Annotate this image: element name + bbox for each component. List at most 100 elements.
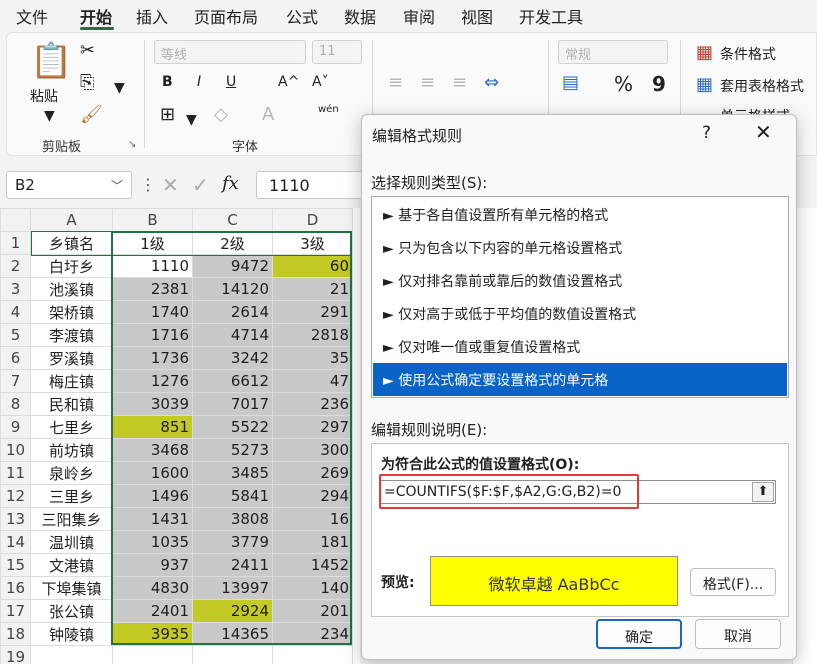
value-cell[interactable]: 16 [272, 507, 353, 531]
chevron-down-icon[interactable]: ﹀ [111, 177, 123, 194]
rule-type-item[interactable]: ► 仅对高于或低于平均值的数值设置格式 [373, 297, 787, 330]
copy-dropdown-icon[interactable]: ▼ [114, 80, 125, 96]
phonetic-guide-button[interactable]: wén [318, 104, 339, 115]
value-cell[interactable]: 13997 [192, 576, 273, 600]
paste-icon[interactable]: 📋 [30, 44, 72, 78]
town-name-cell[interactable]: 池溪镇 [30, 277, 113, 301]
formula-input[interactable]: 1110 [256, 171, 366, 199]
menu-page-layout[interactable]: 页面布局 [194, 4, 258, 28]
town-name-cell[interactable]: 李渡镇 [30, 323, 113, 347]
value-cell[interactable]: 294 [272, 484, 353, 508]
value-cell[interactable]: 2614 [192, 300, 273, 324]
rule-type-item[interactable]: ► 仅对唯一值或重复值设置格式 [373, 330, 787, 363]
value-cell[interactable]: 14120 [192, 277, 273, 301]
value-cell[interactable]: 1110 [112, 254, 193, 278]
row-header[interactable]: 2 [0, 254, 31, 278]
value-cell[interactable]: 1431 [112, 507, 193, 531]
value-cell[interactable]: 2924 [192, 599, 273, 623]
value-cell[interactable]: 851 [112, 415, 193, 439]
close-icon[interactable]: ✕ [755, 120, 772, 144]
value-cell[interactable]: 291 [272, 300, 353, 324]
rule-type-item[interactable]: ► 基于各自值设置所有单元格的格式 [373, 198, 787, 231]
cancel-entry-icon[interactable]: ✕ [162, 173, 179, 197]
name-box[interactable]: B2 ﹀ [6, 171, 132, 199]
value-cell[interactable]: 3039 [112, 392, 193, 416]
town-name-cell[interactable]: 下埠集镇 [30, 576, 113, 600]
value-cell[interactable]: 7017 [192, 392, 273, 416]
value-cell[interactable]: 3468 [112, 438, 193, 462]
row-header[interactable]: 14 [0, 530, 31, 554]
shrink-font-button[interactable]: A˅ [312, 74, 329, 90]
row-header[interactable]: 7 [0, 369, 31, 393]
value-cell[interactable]: 4830 [112, 576, 193, 600]
fill-color-icon[interactable]: ◇ [214, 106, 228, 124]
cut-icon[interactable]: ✂ [80, 42, 95, 60]
borders-icon[interactable]: ⊞ [160, 106, 175, 124]
town-name-cell[interactable]: 梅庄镇 [30, 369, 113, 393]
town-name-cell[interactable]: 白圩乡 [30, 254, 113, 278]
value-cell[interactable]: 47 [272, 369, 353, 393]
value-cell[interactable]: 5273 [192, 438, 273, 462]
row-header[interactable]: 19 [0, 645, 31, 664]
row-header[interactable]: 15 [0, 553, 31, 577]
value-cell[interactable]: 234 [272, 622, 353, 646]
value-cell[interactable]: 3779 [192, 530, 273, 554]
row-header[interactable]: 1 [0, 231, 31, 255]
underline-button[interactable]: U [226, 74, 236, 90]
row-header[interactable]: 4 [0, 300, 31, 324]
value-cell[interactable]: 1740 [112, 300, 193, 324]
column-header-c[interactable]: C [192, 208, 273, 232]
italic-button[interactable]: I [197, 74, 201, 90]
row-header[interactable]: 17 [0, 599, 31, 623]
menu-review[interactable]: 审阅 [403, 4, 435, 28]
value-cell[interactable]: 1736 [112, 346, 193, 370]
grow-font-button[interactable]: A^ [278, 74, 299, 90]
value-cell[interactable]: 2411 [192, 553, 273, 577]
format-painter-icon[interactable]: 🖌 [80, 106, 103, 124]
value-cell[interactable]: 140 [272, 576, 353, 600]
menu-file[interactable]: 文件 [16, 4, 48, 28]
merge-cells-icon[interactable]: ⇔ [484, 74, 499, 92]
value-cell[interactable]: 2401 [112, 599, 193, 623]
menu-formulas[interactable]: 公式 [286, 4, 318, 28]
header-cell[interactable]: 乡镇名 [30, 231, 113, 255]
value-cell[interactable]: 4714 [192, 323, 273, 347]
conditional-format-icon[interactable]: ▦ [696, 44, 713, 62]
row-header[interactable]: 18 [0, 622, 31, 646]
value-cell[interactable]: 1600 [112, 461, 193, 485]
rule-type-item[interactable]: ► 只为包含以下内容的单元格设置格式 [373, 231, 787, 264]
row-header[interactable]: 13 [0, 507, 31, 531]
borders-dropdown-icon[interactable]: ▼ [186, 112, 197, 128]
town-name-cell[interactable]: 钟陵镇 [30, 622, 113, 646]
collapse-dialog-icon[interactable]: ⬆ [752, 482, 774, 502]
ok-button[interactable]: 确定 [596, 619, 682, 649]
percent-button[interactable]: % [614, 72, 633, 96]
column-header-d[interactable]: D [272, 208, 353, 232]
format-as-table-icon[interactable]: ▦ [696, 76, 713, 94]
help-icon[interactable]: ? [702, 123, 711, 143]
town-name-cell[interactable]: 架桥镇 [30, 300, 113, 324]
value-cell[interactable]: 2818 [272, 323, 353, 347]
value-cell[interactable]: 3485 [192, 461, 273, 485]
menu-home[interactable]: 开始 [80, 4, 112, 28]
town-name-cell[interactable]: 三阳集乡 [30, 507, 113, 531]
font-name-box[interactable]: 等线 [154, 40, 306, 64]
menu-insert[interactable]: 插入 [136, 4, 168, 28]
row-header[interactable]: 10 [0, 438, 31, 462]
value-cell[interactable]: 6612 [192, 369, 273, 393]
value-cell[interactable]: 9472 [192, 254, 273, 278]
row-header[interactable]: 9 [0, 415, 31, 439]
select-all-corner[interactable] [0, 208, 31, 232]
row-header[interactable]: 12 [0, 484, 31, 508]
value-cell[interactable]: 5841 [192, 484, 273, 508]
row-header[interactable]: 8 [0, 392, 31, 416]
value-cell[interactable]: 14365 [192, 622, 273, 646]
header-cell[interactable]: 1级 [112, 231, 193, 255]
cell[interactable] [272, 645, 353, 664]
more-icon[interactable]: ⋮ [140, 175, 156, 194]
row-header[interactable]: 11 [0, 461, 31, 485]
menu-view[interactable]: 视图 [461, 4, 493, 28]
value-cell[interactable]: 1035 [112, 530, 193, 554]
value-cell[interactable]: 300 [272, 438, 353, 462]
value-cell[interactable]: 1452 [272, 553, 353, 577]
